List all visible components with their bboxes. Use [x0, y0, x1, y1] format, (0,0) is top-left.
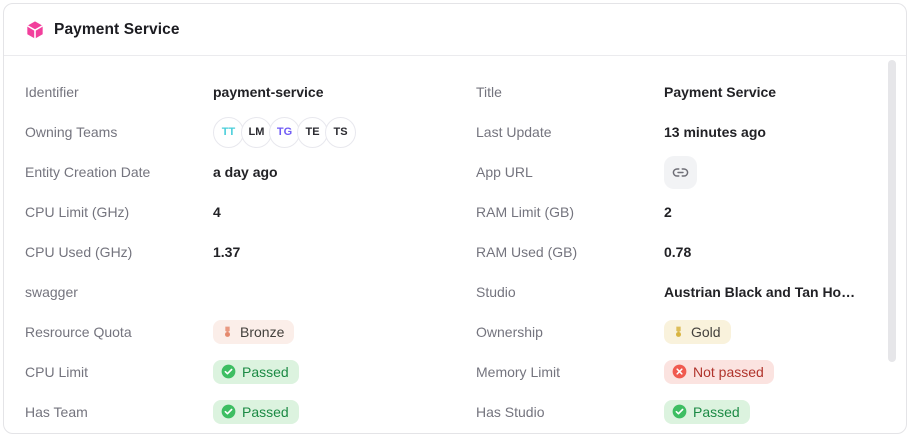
team-avatar[interactable]: TS: [325, 117, 356, 148]
field-row: Has Team Passed: [25, 392, 476, 432]
field-label: RAM Limit (GB): [476, 204, 664, 220]
tier-badge: Bronze: [213, 320, 294, 345]
medal-icon: [672, 325, 685, 339]
field-row: CPU Used (GHz) 1.37: [25, 232, 476, 272]
field-label: App URL: [476, 164, 664, 180]
field-row: swagger: [25, 272, 476, 312]
field-row: CPU Limit (GHz) 4: [25, 192, 476, 232]
field-value: Payment Service: [664, 84, 776, 100]
field-label: Studio: [476, 284, 664, 300]
badge-label: Gold: [691, 324, 721, 341]
field-row: Memory Limit Not passed: [476, 352, 885, 392]
payment-service-card: Payment Service Identifier payment-servi…: [3, 3, 907, 434]
field-value: Passed: [664, 400, 750, 425]
vertical-scrollbar[interactable]: [888, 60, 896, 362]
field-row: Studio Austrian Black and Tan Ho…: [476, 272, 885, 312]
field-value: a day ago: [213, 164, 278, 180]
x-circle-icon: [672, 364, 687, 379]
field-label: CPU Limit: [25, 364, 213, 380]
details-column-left: Identifier payment-service Owning Teams …: [25, 72, 476, 432]
field-label: Has Studio: [476, 404, 664, 420]
status-badge: Passed: [664, 400, 750, 425]
badge-label: Passed: [693, 404, 740, 421]
medal-icon: [221, 325, 234, 339]
field-value: TTLMTGTETS: [213, 117, 356, 148]
field-label: RAM Used (GB): [476, 244, 664, 260]
field-value: [664, 156, 697, 189]
field-row: Identifier payment-service: [25, 72, 476, 112]
field-value: payment-service: [213, 84, 324, 100]
field-row: Has Studio Passed: [476, 392, 885, 432]
status-badge: Not passed: [664, 360, 774, 385]
field-label: Has Team: [25, 404, 213, 420]
link-icon[interactable]: [664, 156, 697, 189]
field-label: Resrource Quota: [25, 324, 213, 340]
badge-label: Passed: [242, 404, 289, 421]
field-label: Entity Creation Date: [25, 164, 213, 180]
status-badge: Passed: [213, 400, 299, 425]
badge-label: Not passed: [693, 364, 764, 381]
field-row: Last Update 13 minutes ago: [476, 112, 885, 152]
team-avatar[interactable]: TT: [213, 117, 244, 148]
field-value: Not passed: [664, 360, 774, 385]
team-avatar[interactable]: LM: [241, 117, 272, 148]
field-label: Identifier: [25, 84, 213, 100]
tier-badge: Gold: [664, 320, 731, 345]
field-row: RAM Limit (GB) 2: [476, 192, 885, 232]
field-value: Austrian Black and Tan Ho…: [664, 284, 855, 300]
details-column-right: Title Payment Service Last Update 13 min…: [476, 72, 885, 432]
field-value: 4: [213, 204, 221, 220]
field-row: Entity Creation Date a day ago: [25, 152, 476, 192]
field-row: Title Payment Service: [476, 72, 885, 112]
field-value: Gold: [664, 320, 731, 345]
field-label: CPU Limit (GHz): [25, 204, 213, 220]
check-circle-icon: [221, 404, 236, 419]
check-circle-icon: [672, 404, 687, 419]
field-row: App URL: [476, 152, 885, 192]
check-circle-icon: [221, 364, 236, 379]
field-value: 13 minutes ago: [664, 124, 766, 140]
field-label: Title: [476, 84, 664, 100]
page-title: Payment Service: [54, 21, 180, 39]
field-row: Resrource Quota Bronze: [25, 312, 476, 352]
field-label: swagger: [25, 284, 213, 300]
field-value: Passed: [213, 400, 299, 425]
status-badge: Passed: [213, 360, 299, 385]
field-label: CPU Used (GHz): [25, 244, 213, 260]
badge-label: Bronze: [240, 324, 284, 341]
field-label: Memory Limit: [476, 364, 664, 380]
team-avatar[interactable]: TE: [297, 117, 328, 148]
field-row: RAM Used (GB) 0.78: [476, 232, 885, 272]
field-value: 1.37: [213, 244, 240, 260]
field-row: CPU Limit Passed: [25, 352, 476, 392]
field-row: Owning Teams TTLMTGTETS: [25, 112, 476, 152]
field-label: Ownership: [476, 324, 664, 340]
field-label: Last Update: [476, 124, 664, 140]
card-header: Payment Service: [4, 4, 906, 56]
field-value: 0.78: [664, 244, 691, 260]
package-cube-icon: [25, 20, 45, 40]
field-value: 2: [664, 204, 672, 220]
field-label: Owning Teams: [25, 124, 213, 140]
details-grid: Identifier payment-service Owning Teams …: [4, 56, 906, 432]
badge-label: Passed: [242, 364, 289, 381]
team-avatar[interactable]: TG: [269, 117, 300, 148]
field-value: Passed: [213, 360, 299, 385]
field-value: Bronze: [213, 320, 294, 345]
field-row: Ownership Gold: [476, 312, 885, 352]
